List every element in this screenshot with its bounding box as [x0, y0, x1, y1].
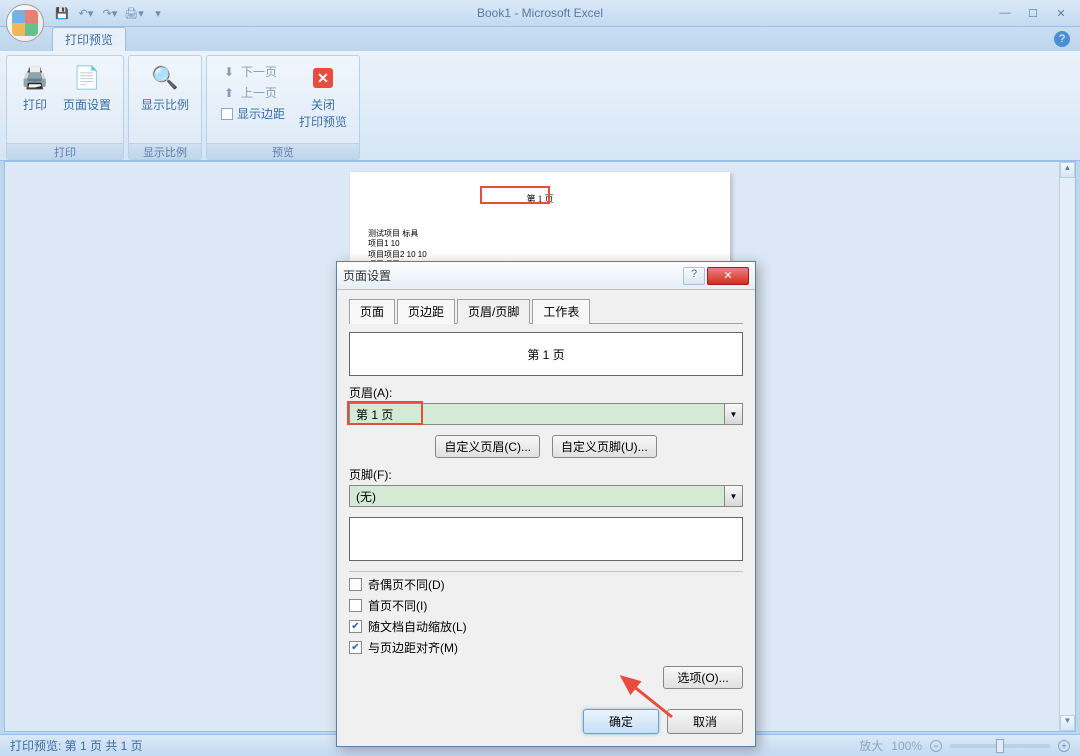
zoom-label[interactable]: 放大: [859, 737, 883, 754]
office-button[interactable]: [6, 4, 44, 42]
zoom-button[interactable]: 🔍 显示比例: [135, 60, 195, 115]
print-label: 打印: [23, 96, 47, 113]
next-page-button: ⬇ 下一页: [219, 62, 287, 81]
chk-diff-first[interactable]: 首页不同(I): [349, 597, 743, 614]
page-setup-label: 页面设置: [63, 96, 111, 113]
chevron-down-icon[interactable]: ▼: [725, 403, 743, 425]
zoom-slider-thumb[interactable]: [996, 739, 1004, 753]
page-setup-icon: 📄: [71, 62, 103, 94]
ribbon: 🖨️ 打印 📄 页面设置 打印 🔍 显示比例 显示比例 ⬇ 下一页: [0, 51, 1080, 161]
checkbox-checked-icon: ✔: [349, 620, 362, 633]
chk-align-margins[interactable]: ✔ 与页边距对齐(M): [349, 639, 743, 656]
page-setup-button[interactable]: 📄 页面设置: [57, 60, 117, 115]
checkbox-checked-icon: ✔: [349, 641, 362, 654]
zoom-out-button[interactable]: −: [930, 740, 942, 752]
page-setup-dialog: 页面设置 ? ✕ 页面 页边距 页眉/页脚 工作表 第 1 页 页眉(A): 第…: [336, 261, 756, 747]
cancel-button[interactable]: 取消: [667, 709, 743, 734]
close-window-button[interactable]: ✕: [1048, 5, 1074, 21]
quick-access-toolbar: 💾 ↶▾ ↷▾ 🖨▾ ▾: [52, 3, 168, 23]
tab-print-preview[interactable]: 打印预览: [52, 27, 126, 51]
footer-preview-box: [349, 517, 743, 561]
scroll-down-icon[interactable]: ▼: [1060, 715, 1075, 731]
printer-icon: 🖨️: [19, 62, 51, 94]
arrow-up-icon: ⬆: [221, 85, 237, 101]
scroll-up-icon[interactable]: ▲: [1060, 162, 1075, 178]
undo-icon[interactable]: ↶▾: [76, 3, 96, 23]
custom-footer-button[interactable]: 自定义页脚(U)...: [552, 435, 657, 458]
maximize-button[interactable]: ☐: [1020, 5, 1046, 21]
dialog-titlebar[interactable]: 页面设置 ? ✕: [337, 262, 755, 290]
close-preview-label1: 关闭: [311, 96, 335, 113]
dialog-help-button[interactable]: ?: [683, 267, 705, 285]
ribbon-group-print: 🖨️ 打印 📄 页面设置 打印: [6, 55, 124, 160]
status-text: 打印预览: 第 1 页 共 1 页: [10, 737, 143, 754]
close-x-icon: ✕: [313, 68, 333, 88]
dialog-title: 页面设置: [343, 267, 683, 284]
ribbon-group-preview: ⬇ 下一页 ⬆ 上一页 显示边距 ✕ 关闭 打印预览 预览: [206, 55, 360, 160]
footer-combo-value: (无): [349, 485, 725, 507]
close-preview-button[interactable]: ✕ 关闭 打印预览: [293, 60, 353, 132]
custom-header-button[interactable]: 自定义页眉(C)...: [435, 435, 540, 458]
tab-sheet[interactable]: 工作表: [532, 299, 590, 324]
group-label-zoom: 显示比例: [129, 143, 201, 159]
magnifier-icon: 🔍: [149, 62, 181, 94]
help-icon[interactable]: ?: [1054, 31, 1070, 47]
chk-scale-doc[interactable]: ✔ 随文档自动缩放(L): [349, 618, 743, 635]
print-quick-icon[interactable]: 🖨▾: [124, 3, 144, 23]
ribbon-group-zoom: 🔍 显示比例 显示比例: [128, 55, 202, 160]
zoom-in-button[interactable]: +: [1058, 740, 1070, 752]
footer-label: 页脚(F):: [349, 466, 743, 483]
redo-icon[interactable]: ↷▾: [100, 3, 120, 23]
save-icon[interactable]: 💾: [52, 3, 72, 23]
close-preview-label2: 打印预览: [299, 113, 347, 130]
titlebar: 💾 ↶▾ ↷▾ 🖨▾ ▾ Book1 - Microsoft Excel — ☐…: [0, 0, 1080, 27]
group-label-print: 打印: [7, 143, 123, 159]
vertical-scrollbar[interactable]: ▲ ▼: [1059, 162, 1075, 731]
tab-page[interactable]: 页面: [349, 299, 395, 324]
zoom-value: 100%: [891, 739, 922, 753]
footer-combo[interactable]: (无) ▼: [349, 485, 743, 507]
header-preview-box: 第 1 页: [349, 332, 743, 376]
checkbox-icon: [349, 578, 362, 591]
zoom-label: 显示比例: [141, 96, 189, 113]
zoom-slider[interactable]: [950, 744, 1050, 748]
print-button[interactable]: 🖨️ 打印: [13, 60, 57, 115]
checkbox-icon: [349, 599, 362, 612]
dialog-tabs: 页面 页边距 页眉/页脚 工作表: [349, 298, 743, 324]
ok-button[interactable]: 确定: [583, 709, 659, 734]
tab-margins[interactable]: 页边距: [397, 299, 455, 324]
show-margins-checkbox[interactable]: 显示边距: [219, 104, 287, 123]
prev-page-button: ⬆ 上一页: [219, 83, 287, 102]
minimize-button[interactable]: —: [992, 5, 1018, 21]
qat-customize-icon[interactable]: ▾: [148, 3, 168, 23]
ribbon-tabs: 打印预览 ?: [0, 27, 1080, 51]
tab-header-footer[interactable]: 页眉/页脚: [457, 299, 530, 324]
annotation-highlight-combo: [347, 401, 423, 425]
header-label: 页眉(A):: [349, 384, 743, 401]
chk-diff-odd-even[interactable]: 奇偶页不同(D): [349, 576, 743, 593]
group-label-preview: 预览: [207, 143, 359, 159]
window-title: Book1 - Microsoft Excel: [477, 6, 603, 20]
checkbox-icon: [221, 108, 233, 120]
options-button[interactable]: 选项(O)...: [663, 666, 743, 689]
arrow-down-icon: ⬇: [221, 64, 237, 80]
dialog-close-button[interactable]: ✕: [707, 267, 749, 285]
chevron-down-icon[interactable]: ▼: [725, 485, 743, 507]
annotation-highlight-header: [480, 186, 550, 204]
